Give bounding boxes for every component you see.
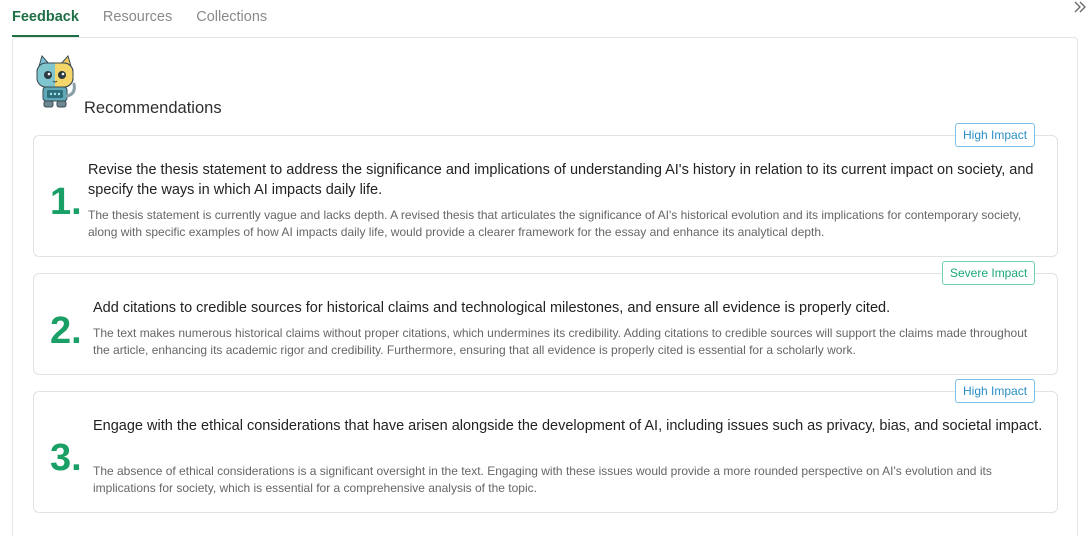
robot-cat-mascot-icon xyxy=(32,54,78,109)
recommendation-description: The text makes numerous historical claim… xyxy=(93,326,1028,357)
double-chevron-right-icon[interactable] xyxy=(1072,0,1088,15)
tab-resources[interactable]: Resources xyxy=(103,0,172,37)
recommendations-title: Recommendations xyxy=(84,99,222,117)
recommendation-title: Engage with the ethical considerations t… xyxy=(93,418,1043,434)
recommendation-title: Revise the thesis statement to address t… xyxy=(88,162,1034,198)
impact-badge: Severe Impact xyxy=(942,261,1036,285)
tab-collections[interactable]: Collections xyxy=(196,0,267,37)
recommendation-card-2: 2. Add citations to credible sources for… xyxy=(33,273,1058,375)
recommendation-number: 2. xyxy=(50,310,82,352)
tab-bar: Feedback Resources Collections xyxy=(12,0,291,37)
recommendation-card-1: 1. Revise the thesis statement to addres… xyxy=(33,135,1058,257)
recommendation-description: The thesis statement is currently vague … xyxy=(88,208,1022,239)
recommendation-number: 1. xyxy=(50,181,82,223)
recommendation-description: The absence of ethical considerations is… xyxy=(93,464,992,495)
recommendation-title: Add citations to credible sources for hi… xyxy=(93,300,891,316)
impact-badge: High Impact xyxy=(955,123,1036,147)
recommendation-card-3: 3. Engage with the ethical consideration… xyxy=(33,391,1058,513)
tab-feedback[interactable]: Feedback xyxy=(12,0,79,37)
recommendation-number: 3. xyxy=(50,437,82,479)
impact-badge: High Impact xyxy=(955,379,1036,403)
